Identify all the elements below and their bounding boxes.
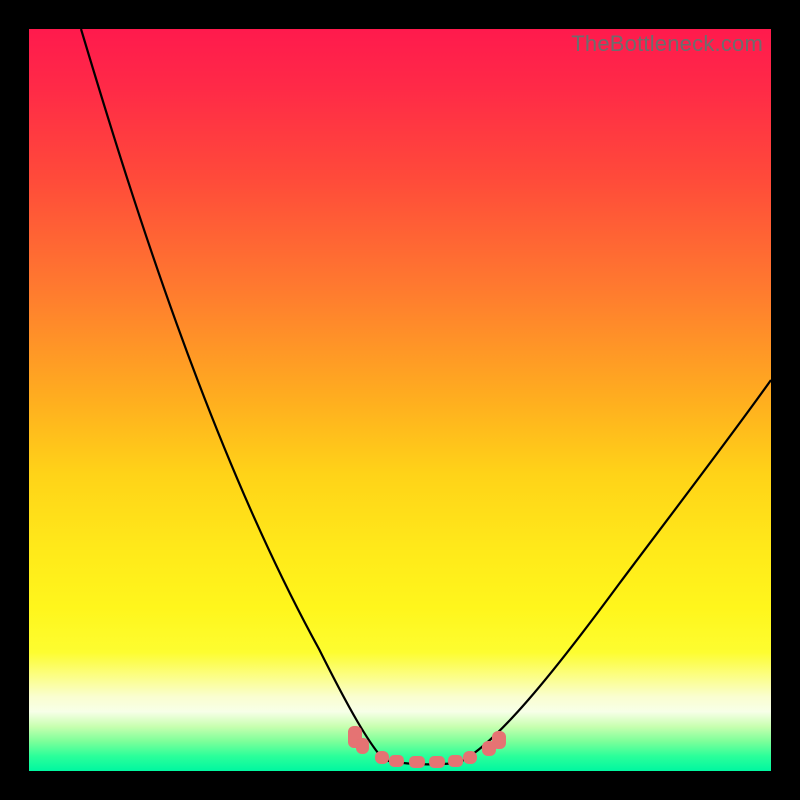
plot-area: TheBottleneck.com bbox=[29, 29, 771, 771]
bead-marker bbox=[463, 751, 477, 764]
bead-marker bbox=[389, 755, 404, 767]
bead-marker bbox=[409, 756, 425, 768]
bead-marker bbox=[429, 756, 445, 768]
bead-marker bbox=[492, 731, 506, 749]
bead-marker bbox=[356, 738, 369, 754]
bottleneck-curve bbox=[29, 29, 771, 771]
curve-right-branch bbox=[464, 380, 771, 760]
bead-cluster bbox=[348, 726, 506, 768]
bead-marker bbox=[375, 751, 389, 764]
curve-left-branch bbox=[81, 29, 384, 760]
bead-marker bbox=[448, 755, 463, 767]
